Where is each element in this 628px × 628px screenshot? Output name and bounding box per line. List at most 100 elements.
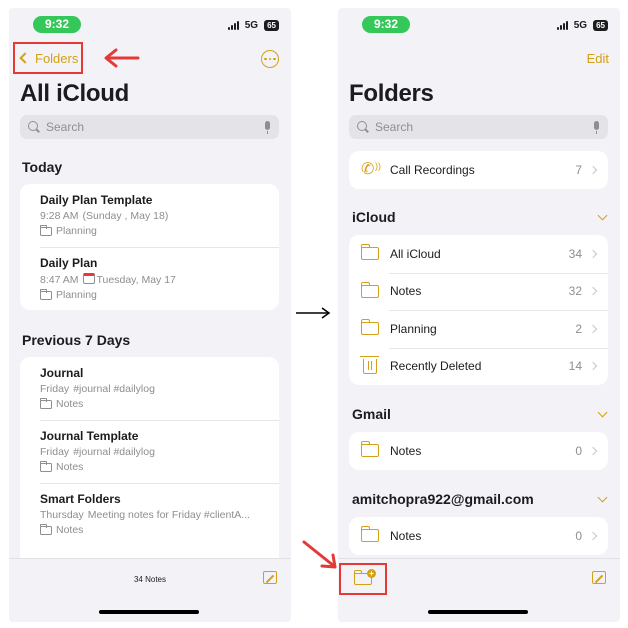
folder-icon [40,460,52,472]
note-title: Journal Template [40,429,139,443]
section-title-today: Today [22,159,63,175]
edit-button[interactable]: Edit [587,51,609,66]
calendar-icon [82,273,95,284]
flow-arrow-icon [296,307,331,319]
folder-count: 34 [568,246,582,261]
note-title: Smart Folders [40,492,121,506]
section-title-previous-7-days: Previous 7 Days [22,332,131,348]
note-item[interactable]: Daily Plan 8:47 AM Tuesday, May 17 Planni… [20,247,279,310]
microphone-icon[interactable] [592,120,600,134]
bottom-toolbar: 34 Notes [9,558,291,622]
note-title: Journal [40,366,84,380]
folder-icon [360,319,379,336]
note-title: Daily Plan [40,256,98,270]
folder-label: Call Recordings [390,162,475,177]
bottom-toolbar: + [338,558,620,622]
group-name: amitchopra922@gmail.com [352,491,534,507]
more-options-button[interactable] [261,50,279,68]
search-icon [357,121,369,133]
folder-row[interactable]: Recently Deleted 14 [349,347,608,386]
folder-row-call-recordings[interactable]: ✆)) Call Recordings 7 [349,151,608,189]
folder-label: All iCloud [390,246,441,261]
note-item[interactable]: Journal Template Friday #journal #dailylo… [20,420,279,483]
group-header-gmail[interactable]: Gmail [352,406,608,422]
chevron-right-icon [588,249,598,258]
icloud-folders-card: All iCloud 34 Notes 32 Planning 2 Recent… [349,235,608,385]
search-field[interactable]: Search [349,115,608,139]
note-folder: Planning [56,289,97,301]
folder-count: 14 [568,359,582,374]
note-preview: #journal #dailylog [73,383,155,395]
folders-screen: 9:32 5G 65 Edit Folders Search ✆)) Call … [338,8,620,622]
note-preview: #journal #dailylog [73,446,155,458]
note-folder: Planning [56,225,97,237]
folders-back-button[interactable]: Folders [13,42,83,74]
status-indicators: 5G 65 [227,20,279,31]
note-time: 9:28 AM [40,210,79,222]
red-arrow-icon [104,48,140,68]
note-item[interactable]: Smart Folders Thursday Meeting notes for … [20,483,279,546]
folder-row[interactable]: Notes 0 [349,517,608,555]
chevron-right-icon [588,165,598,174]
chevron-down-icon [597,407,608,418]
chevron-down-icon [597,210,608,221]
home-indicator [99,610,199,614]
chevron-right-icon [588,287,598,296]
trash-icon [360,355,379,374]
status-time: 9:32 [33,16,81,33]
group-header-icloud[interactable]: iCloud [352,209,608,225]
search-icon [28,121,40,133]
home-indicator [428,610,528,614]
page-title: All iCloud [20,80,129,107]
group-header-account[interactable]: amitchopra922@gmail.com [352,491,608,507]
folder-icon [40,397,52,409]
folder-label: Notes [390,284,422,299]
folder-row[interactable]: Planning 2 [349,310,608,348]
network-label: 5G [244,20,259,31]
new-folder-button[interactable]: + [339,563,387,595]
note-item[interactable]: Journal Friday #journal #dailylog Notes [20,357,279,420]
folder-count: 2 [575,321,582,336]
compose-icon[interactable] [592,571,606,584]
chevron-right-icon [588,446,598,455]
note-time: Friday [40,383,70,395]
status-indicators: 5G 65 [556,20,608,31]
note-time: Friday [40,446,70,458]
folder-icon [40,523,52,535]
note-preview: Tuesday, May 17 [96,274,176,286]
folder-label: Recently Deleted [390,359,482,374]
folder-count: 0 [575,528,582,543]
folder-label: Notes [390,443,422,458]
microphone-icon[interactable] [263,120,271,134]
folder-row[interactable]: Notes 32 [349,272,608,311]
folder-icon [360,244,379,261]
search-placeholder: Search [46,120,85,134]
search-field[interactable]: Search [20,115,279,139]
account-folders-card: Notes 0 [349,517,608,555]
note-time: Thursday [40,509,84,521]
folder-label: Notes [390,528,422,543]
page-title: Folders [349,80,434,107]
folder-count: 32 [568,284,582,299]
folder-icon [360,441,379,458]
folder-label: Planning [390,321,437,336]
note-folder: Notes [56,398,84,410]
notes-list-previous: Journal Friday #journal #dailylog Notes J… [20,357,279,577]
call-recordings-card: ✆)) Call Recordings 7 [349,151,608,189]
folder-count: 0 [575,443,582,458]
compose-icon[interactable] [263,571,277,584]
notes-list-today: Daily Plan Template 9:28 AM (Sunday , May… [20,184,279,310]
folder-icon [360,526,379,543]
folder-row[interactable]: Notes 0 [349,432,608,470]
search-placeholder: Search [375,120,414,134]
gmail-folders-card: Notes 0 [349,432,608,470]
battery-icon: 65 [593,20,608,31]
signal-icon [556,21,568,30]
note-item[interactable]: Daily Plan Template 9:28 AM (Sunday , May… [20,184,279,247]
note-preview: Meeting notes for Friday #clientA... [87,509,251,521]
folder-row[interactable]: All iCloud 34 [349,235,608,273]
network-label: 5G [573,20,588,31]
group-name: Gmail [352,406,391,422]
folder-icon [40,288,52,300]
note-title: Daily Plan Template [40,193,153,207]
